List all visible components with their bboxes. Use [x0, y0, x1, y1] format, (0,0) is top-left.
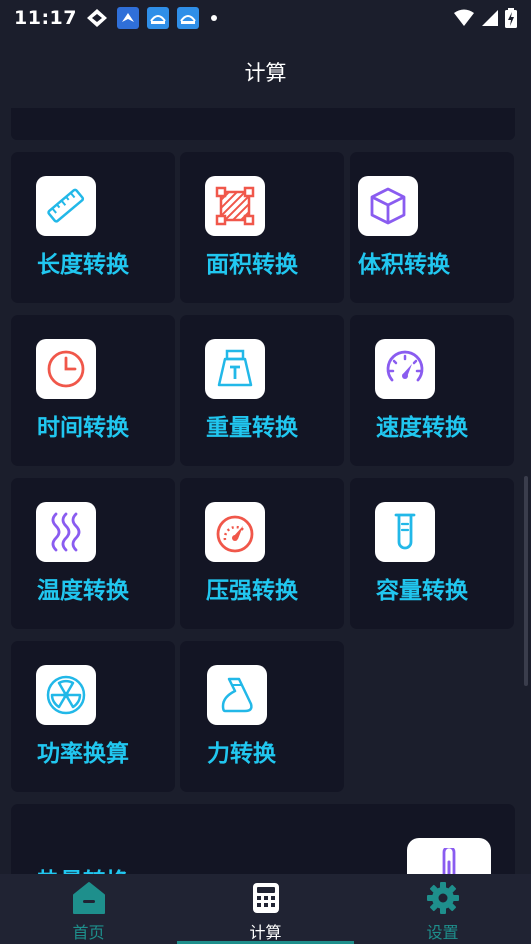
nav-calculator[interactable]: 计算 — [177, 874, 354, 944]
tile-label: 温度转换 — [37, 578, 129, 604]
page-title: 计算 — [244, 61, 287, 85]
gear-icon — [426, 882, 459, 914]
tile-label: 面积转换 — [206, 252, 298, 278]
partial-card-top[interactable] — [11, 108, 515, 140]
bottom-nav: 首页 计算 设置 — [0, 874, 531, 944]
nav-label: 计算 — [249, 923, 282, 942]
tile-label: 长度转换 — [37, 252, 129, 278]
tile-pressure-conversion[interactable]: 压强转换 — [180, 478, 344, 629]
tile-weight-conversion[interactable]: 重量转换 — [180, 315, 344, 466]
tile-label: 体积转换 — [358, 252, 450, 278]
clock-icon — [36, 339, 96, 399]
app-icon-2 — [176, 7, 199, 29]
tile-label: 力转换 — [207, 741, 276, 767]
tile-time-conversion[interactable]: 时间转换 — [11, 315, 175, 466]
wifi-icon — [454, 9, 474, 26]
nav-settings[interactable]: 设置 — [354, 874, 531, 944]
weight-icon — [205, 339, 265, 399]
nav-label: 首页 — [72, 923, 105, 942]
tile-volume-conversion[interactable]: 体积转换 — [350, 152, 514, 303]
tile-label: 压强转换 — [206, 578, 298, 604]
ruler-icon — [36, 176, 96, 236]
tile-label: 容量转换 — [376, 578, 468, 604]
status-bar: 11:17 — [0, 0, 531, 36]
tile-label: 速度转换 — [376, 415, 468, 441]
tile-area-conversion[interactable]: 面积转换 — [180, 152, 344, 303]
gauge-icon — [205, 502, 265, 562]
thermometer-icon — [407, 838, 491, 874]
tile-label: 功率换算 — [37, 741, 129, 767]
area-icon — [205, 176, 265, 236]
force-icon — [207, 665, 267, 725]
tile-temperature-conversion[interactable]: 温度转换 — [11, 478, 175, 629]
speedometer-icon — [375, 339, 435, 399]
tile-heat-conversion[interactable]: 热量转换 — [11, 804, 515, 874]
tile-length-conversion[interactable]: 长度转换 — [11, 152, 175, 303]
nav-label: 设置 — [426, 923, 459, 942]
bird-app-icon — [116, 7, 139, 29]
app-icon-1 — [146, 7, 169, 29]
app-bar: 计算 — [0, 36, 531, 108]
tile-speed-conversion[interactable]: 速度转换 — [350, 315, 514, 466]
tile-label: 时间转换 — [37, 415, 129, 441]
converter-grid[interactable]: 长度转换 面积转换 体积转换 时间转换 重量转换 速度转换 温度转换 压强转换 … — [0, 108, 531, 874]
signal-icon — [482, 10, 498, 26]
scrollbar[interactable] — [524, 476, 528, 686]
tile-capacity-conversion[interactable]: 容量转换 — [350, 478, 514, 629]
tile-label: 热量转换 — [37, 862, 129, 874]
home-icon — [72, 882, 105, 914]
status-time: 11:17 — [14, 7, 77, 29]
cube-icon — [358, 176, 418, 236]
tile-power-conversion[interactable]: 功率换算 — [11, 641, 175, 792]
nav-home[interactable]: 首页 — [0, 874, 177, 944]
notification-icons — [85, 7, 221, 29]
heat-icon — [36, 502, 96, 562]
test-tube-icon — [375, 502, 435, 562]
power-icon — [36, 665, 96, 725]
tile-label: 重量转换 — [206, 415, 298, 441]
calculator-icon — [252, 883, 279, 913]
dot-icon — [210, 15, 217, 21]
diamond-icon — [86, 9, 107, 27]
tile-force-conversion[interactable]: 力转换 — [180, 641, 344, 792]
battery-charging-icon — [505, 8, 517, 28]
